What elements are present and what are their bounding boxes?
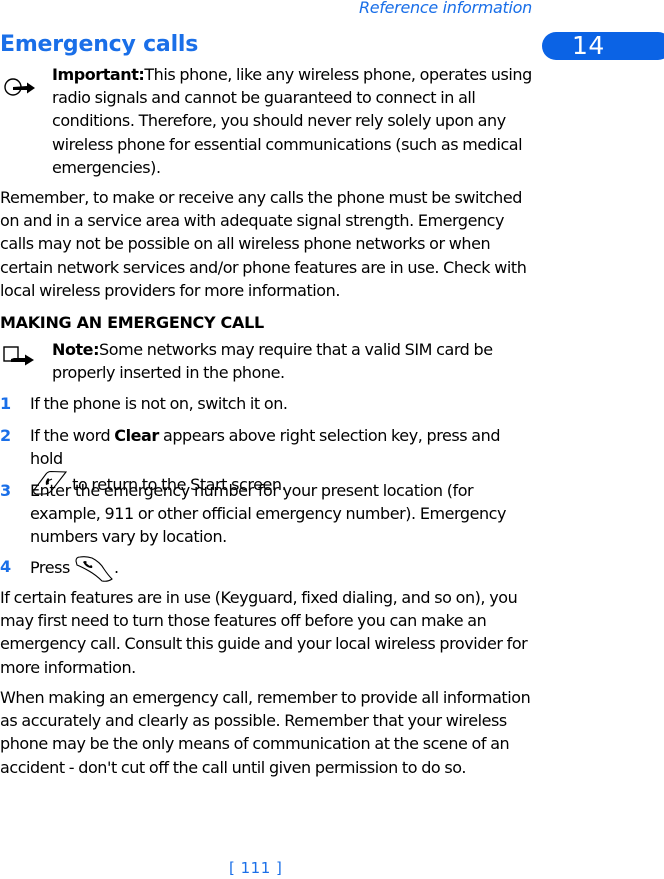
step-text: If the word	[30, 426, 115, 445]
step-number: 2	[0, 426, 11, 445]
running-header: Reference information	[358, 0, 532, 17]
features-paragraph: If certain features are in use (Keyguard…	[0, 588, 528, 677]
intro-paragraph: Remember, to make or receive any calls t…	[0, 188, 527, 300]
step-text: Press	[30, 558, 74, 577]
important-arrow-circle-icon	[3, 77, 37, 99]
note-arrow-square-icon	[3, 346, 37, 368]
step-text: If the phone is not on, switch it on.	[30, 394, 288, 413]
step-text: .	[114, 558, 119, 577]
closing-paragraph: When making an emergency call, remember …	[0, 688, 531, 777]
important-label: Important:	[52, 65, 145, 84]
step-number: 1	[0, 394, 11, 413]
clear-softkey-label: Clear	[114, 426, 159, 445]
talk-key-icon	[74, 555, 114, 589]
chapter-badge: 14	[542, 32, 664, 60]
step-number: 3	[0, 481, 11, 500]
note-label: Note:	[52, 340, 100, 359]
step-text: Enter the emergency number for your pres…	[30, 481, 507, 547]
step-number: 4	[0, 557, 11, 576]
page-title: Emergency calls	[0, 32, 199, 57]
page-number: [ 111 ]	[229, 859, 283, 877]
note-text: Some networks may require that a valid S…	[52, 340, 493, 383]
section-heading: MAKING AN EMERGENCY CALL	[0, 313, 264, 332]
